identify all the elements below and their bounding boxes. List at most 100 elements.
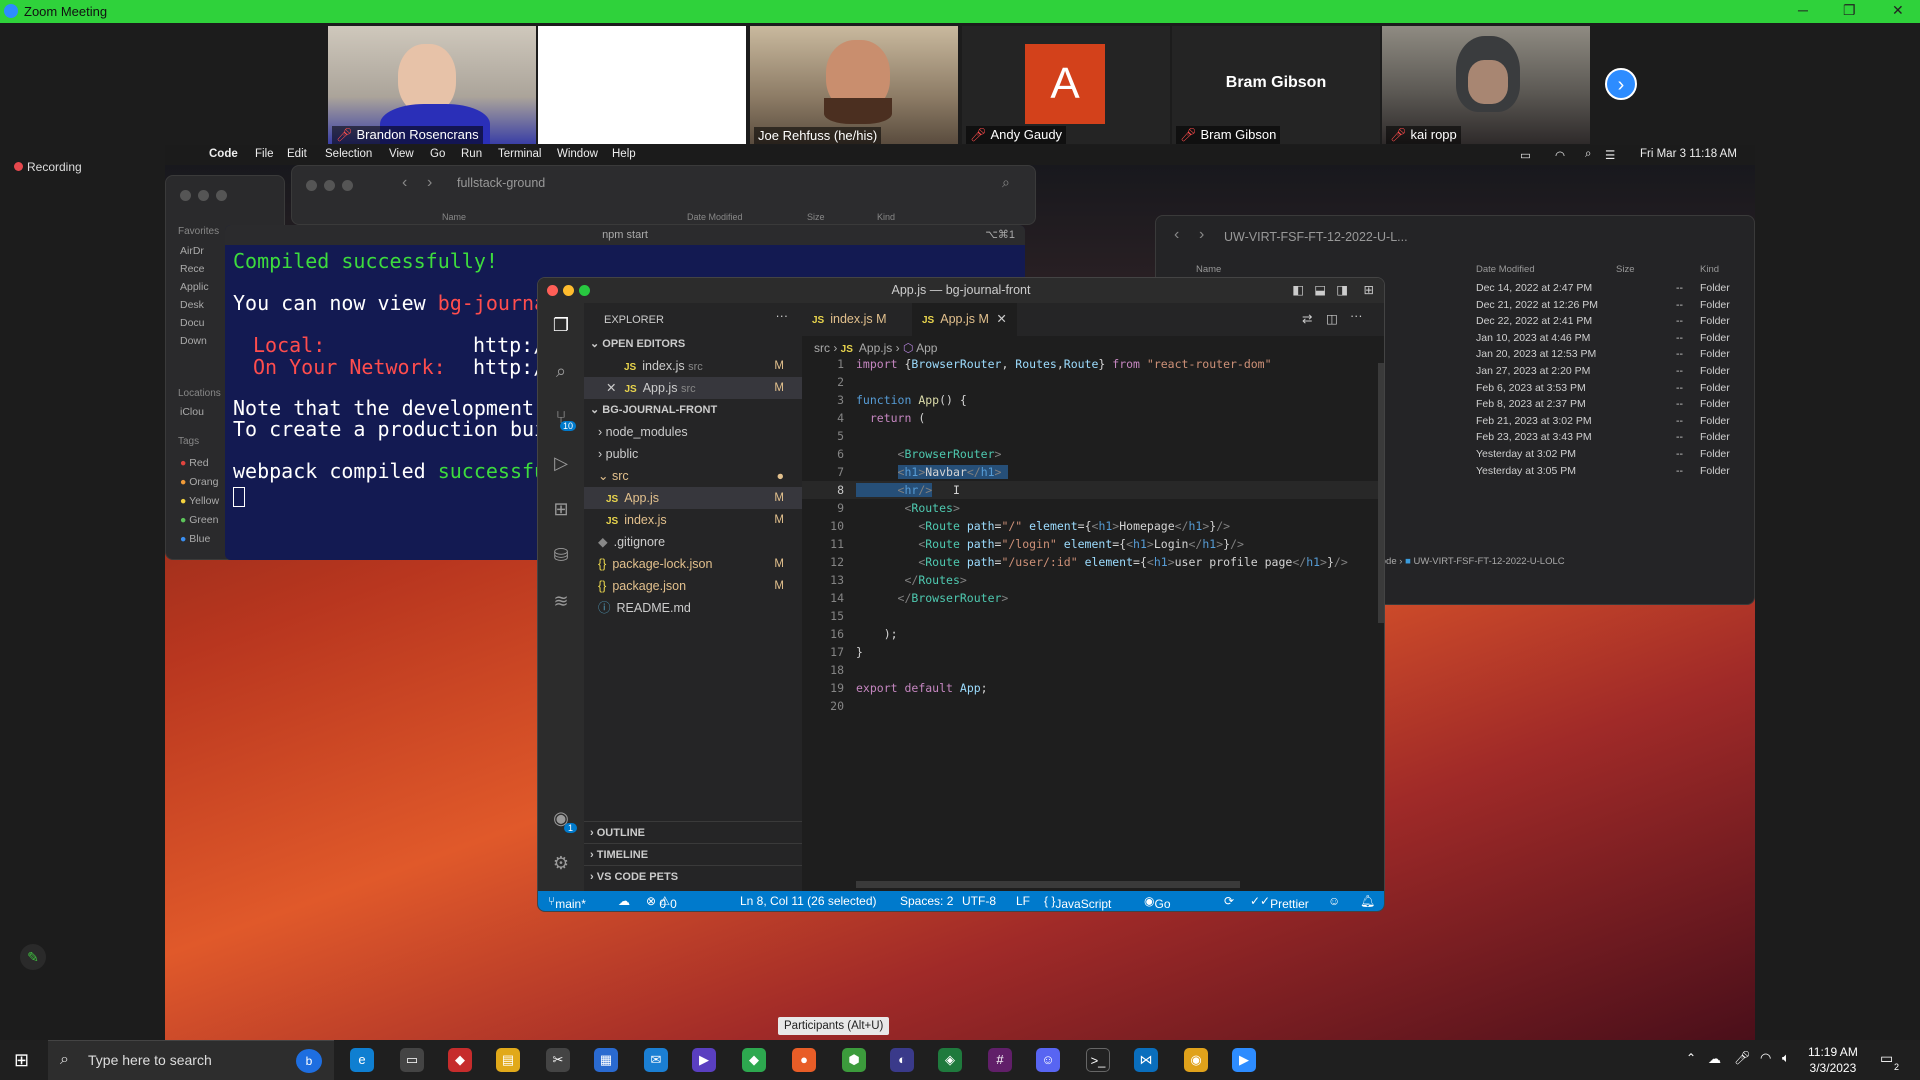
node-icon[interactable]: ⬢ (842, 1048, 866, 1072)
minimize-window-icon[interactable] (563, 285, 574, 296)
toggle-panel-icon[interactable]: ⬓ (1314, 278, 1326, 303)
control-center-icon[interactable]: ☰ (1605, 148, 1615, 162)
back-chevron-icon[interactable]: ‹ (1174, 226, 1179, 244)
split-editor-icon[interactable]: ◫ (1326, 311, 1338, 326)
sidebar-item[interactable]: Applic (180, 278, 209, 296)
annotate-pencil-icon[interactable]: ✎ (20, 944, 46, 970)
more-actions-icon[interactable]: ··· (1350, 309, 1363, 323)
open-editors-section[interactable]: ⌄ OPEN EDITORS (584, 333, 802, 355)
menu-window[interactable]: Window (557, 148, 598, 160)
go-live-button[interactable]: ◉ Go Live (1144, 894, 1171, 911)
edge-icon[interactable]: e (350, 1048, 374, 1072)
battery-icon[interactable]: ▭ (1520, 148, 1531, 162)
tree-item[interactable]: {} package.json M (584, 575, 802, 597)
back-chevron-icon[interactable]: ‹ (402, 174, 407, 192)
tag-item[interactable]: ● Red (180, 454, 219, 473)
breadcrumb-item[interactable]: src (814, 341, 830, 355)
firefox-icon[interactable]: ● (792, 1048, 816, 1072)
forward-chevron-icon[interactable]: › (1199, 226, 1204, 244)
bing-icon[interactable]: b (296, 1049, 322, 1073)
tree-item[interactable]: JS index.js M (584, 509, 802, 531)
sidebar-item[interactable]: Desk (180, 296, 209, 314)
settings-gear-icon[interactable]: ⚙ (550, 853, 572, 875)
breadcrumb-item[interactable]: App.js (859, 341, 892, 355)
participant-tile[interactable] (538, 26, 746, 144)
monitor-icon[interactable]: ▭ (400, 1048, 424, 1072)
remote-icon[interactable]: ⟳ (1224, 894, 1234, 908)
customize-layout-icon[interactable]: ⊞ (1364, 278, 1374, 303)
microphone-icon[interactable]: 🎤︎ (1734, 1050, 1751, 1066)
column-header-size[interactable]: Size (1616, 264, 1634, 275)
feedback-icon[interactable]: ☺ (1328, 894, 1340, 908)
extensions-icon[interactable]: ⊞ (550, 499, 572, 521)
close-tab-icon[interactable]: ✕ (996, 312, 1006, 326)
search-icon[interactable]: ⌕ (550, 361, 572, 383)
column-header-kind[interactable]: Kind (877, 212, 895, 222)
tag-item[interactable]: ● Yellow (180, 492, 219, 511)
tree-item[interactable]: › public (584, 443, 802, 465)
volume-icon[interactable]: 🔈︎ (1782, 1050, 1790, 1066)
menu-terminal[interactable]: Terminal (498, 148, 541, 160)
tag-item[interactable]: ● Orang (180, 473, 219, 492)
tab-index-js[interactable]: JS index.js M (802, 303, 897, 336)
search-icon[interactable]: ⌕ (1002, 174, 1010, 191)
menu-view[interactable]: View (389, 148, 414, 160)
language-mode[interactable]: { } JavaScript (1044, 894, 1111, 911)
menu-run[interactable]: Run (461, 148, 482, 160)
column-header-name[interactable]: Name (1196, 264, 1221, 275)
column-header-size[interactable]: Size (807, 212, 825, 222)
toggle-secondary-icon[interactable]: ◨ (1336, 278, 1348, 303)
tab-app-js[interactable]: JS App.js M ✕ (912, 303, 1017, 336)
taskbar-search-box[interactable]: ⌕ Type here to search b (48, 1040, 334, 1080)
timeline-section[interactable]: › TIMELINE (584, 843, 802, 865)
wifi-icon[interactable]: ◠ (1760, 1050, 1771, 1066)
close-icon[interactable]: ✕ (1892, 2, 1904, 19)
outline-section[interactable]: › OUTLINE (584, 821, 802, 843)
slack-icon[interactable]: # (988, 1048, 1012, 1072)
sidebar-item[interactable]: Down (180, 332, 209, 350)
toggle-sidebar-icon[interactable]: ◧ (1292, 278, 1304, 303)
app-icon[interactable]: ▶ (692, 1048, 716, 1072)
tree-item[interactable]: ◆ .gitignore (584, 531, 802, 553)
tag-item[interactable]: ● Blue (180, 530, 219, 549)
zoom-window-icon[interactable] (579, 285, 590, 296)
layers-icon[interactable]: ≋ (550, 591, 572, 613)
open-changes-icon[interactable]: ⇄ (1302, 311, 1312, 326)
indentation[interactable]: Spaces: 2 (900, 894, 953, 908)
onedrive-icon[interactable]: ☁ (1708, 1051, 1721, 1067)
project-section[interactable]: ⌄ BG-JOURNAL-FRONT (584, 399, 802, 421)
menu-selection[interactable]: Selection (325, 148, 372, 160)
app-icon[interactable]: ◆ (742, 1048, 766, 1072)
wifi-icon[interactable]: ◠ (1555, 148, 1565, 162)
notifications-bell-icon[interactable]: 🔔︎ (1360, 894, 1375, 908)
menu-go[interactable]: Go (430, 148, 445, 160)
encoding[interactable]: UTF-8 (962, 894, 996, 908)
menu-edit[interactable]: Edit (287, 148, 307, 160)
sync-icon[interactable]: ☁ (618, 894, 630, 908)
participant-tile[interactable]: Joe Rehfuss (he/his) (750, 26, 958, 144)
participant-tile[interactable]: 🎤︎ Brandon Rosencrans (328, 26, 536, 144)
prettier-button[interactable]: ✓✓ Prettier (1250, 894, 1309, 911)
close-icon[interactable]: ✕ (606, 381, 616, 395)
tree-item[interactable]: ⓘ README.md (584, 597, 802, 619)
menu-file[interactable]: File (255, 148, 274, 160)
next-page-chevron-icon[interactable]: › (1605, 68, 1637, 100)
app-icon[interactable]: ◆ (448, 1048, 472, 1072)
breadcrumb-item[interactable]: App (916, 341, 937, 355)
explorer-icon[interactable]: ❐ (550, 315, 572, 337)
cursor-position[interactable]: Ln 8, Col 11 (26 selected) (740, 894, 877, 908)
open-editor-item[interactable]: JS index.js src M (584, 355, 802, 377)
tag-item[interactable]: ● Green (180, 511, 219, 530)
store-icon[interactable]: ▦ (594, 1048, 618, 1072)
code-editor[interactable]: 1 import {BrowserRouter, Routes,Route} fr… (802, 355, 1384, 735)
tree-item[interactable]: {} package-lock.json M (584, 553, 802, 575)
sidebar-item[interactable]: iClou (180, 406, 204, 418)
column-header-kind[interactable]: Kind (1700, 264, 1719, 275)
taskbar-clock[interactable]: 11:19 AM 3/3/2023 (1808, 1044, 1858, 1076)
sidebar-item[interactable]: Rece (180, 260, 209, 278)
windows-start-icon[interactable]: ⊞ (14, 1050, 29, 1071)
app-icon[interactable]: ◐ (890, 1048, 914, 1072)
menu-help[interactable]: Help (612, 148, 636, 160)
tray-chevron-icon[interactable]: ⌃ (1686, 1051, 1696, 1065)
more-actions-icon[interactable]: ··· (776, 309, 789, 323)
